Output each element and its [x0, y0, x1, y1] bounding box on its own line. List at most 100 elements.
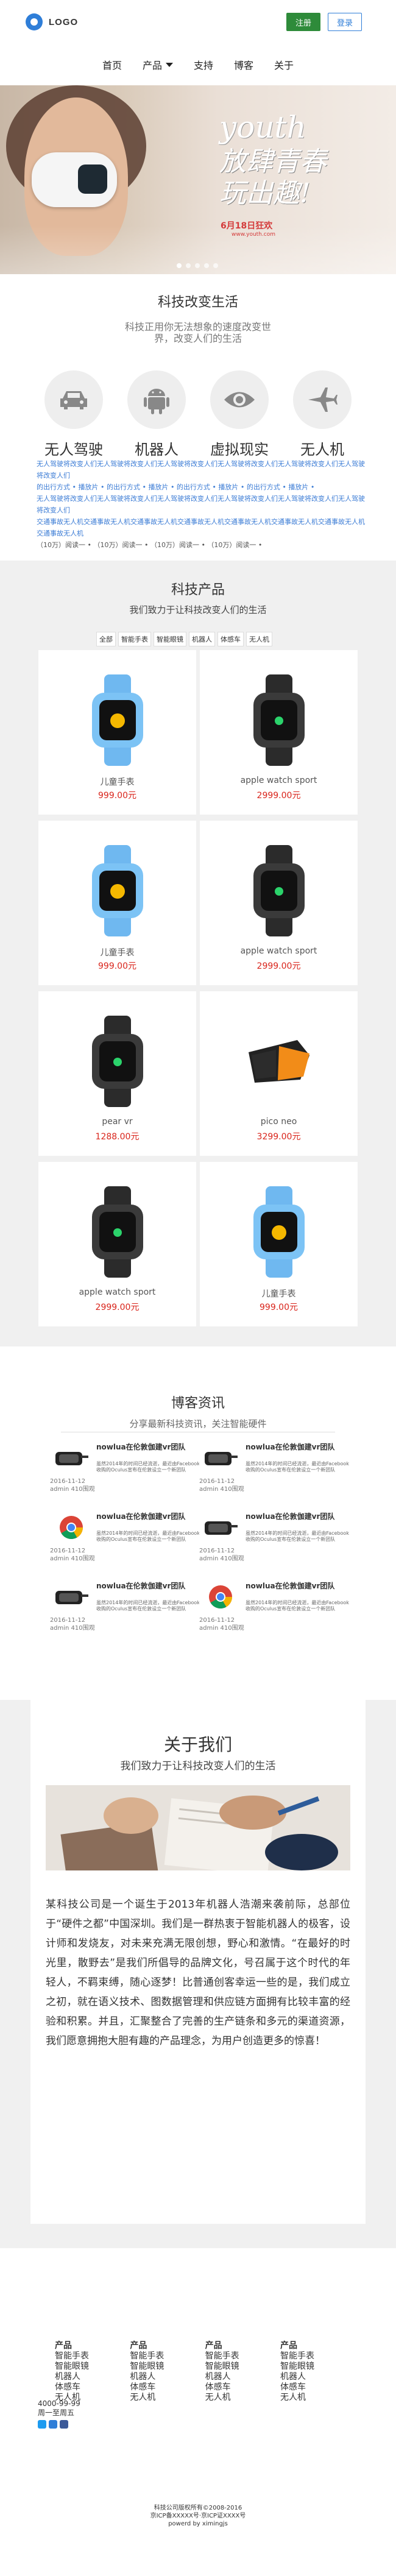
product-card[interactable]: pico neo 3299.00元: [200, 991, 358, 1156]
carousel-dot[interactable]: [204, 263, 209, 268]
filter-watch[interactable]: 智能手表: [118, 632, 151, 646]
blog-item[interactable]: nowlua在伦敦伽建vr团队 虽然2014年的时间已经流逝，最近由Faceboo…: [50, 1582, 202, 1650]
filter-drone[interactable]: 无人机: [246, 632, 272, 646]
blog-author-views: admin 410围观: [199, 1486, 244, 1493]
product-price: 999.00元: [98, 961, 136, 971]
signup-button[interactable]: 注册: [286, 13, 320, 31]
footer-link[interactable]: 体感车: [130, 2382, 197, 2393]
nav-item-home[interactable]: 首页: [102, 57, 122, 72]
carousel-dot[interactable]: [195, 263, 200, 268]
footer-link[interactable]: 体感车: [55, 2382, 122, 2393]
footer-link[interactable]: 体感车: [205, 2382, 272, 2393]
footer-link[interactable]: 机器人: [205, 2372, 272, 2382]
blog-item[interactable]: nowlua在伦敦伽建vr团队 虽然2014年的时间已经流逝，最近由Faceboo…: [199, 1443, 352, 1511]
filter-hoverboard[interactable]: 体感车: [217, 632, 244, 646]
footer-link[interactable]: 智能眼镜: [205, 2362, 272, 2372]
product-card[interactable]: 儿童手表 999.00元: [38, 821, 196, 985]
blog-snippet: 虽然2014年的时间已经流逝，最近由Facebook收购的Oculus宣布在伦敦…: [246, 1461, 349, 1473]
footer-link[interactable]: 智能眼镜: [130, 2362, 197, 2372]
footer-link[interactable]: 无人机: [205, 2393, 272, 2403]
hero-sub: www.youth.com: [232, 232, 275, 238]
product-name[interactable]: 儿童手表: [200, 1287, 358, 1300]
blog-thumbnail[interactable]: [50, 1444, 93, 1472]
blog-headline[interactable]: nowlua在伦敦伽建vr团队: [96, 1443, 202, 1461]
copyright-line: 京ICP备XXXXX号·京ICP证XXXX号: [150, 2513, 246, 2519]
read-more-line[interactable]: （10万）阅读一 • （10万）阅读一 • （10万）阅读一 • （10万）阅读…: [37, 539, 366, 551]
feature-item[interactable]: 无人机: [285, 370, 359, 459]
blog-snippet: 虽然2014年的时间已经流逝，最近由Facebook收购的Oculus宣布在伦敦…: [96, 1600, 200, 1612]
blog-headline[interactable]: nowlua在伦敦伽建vr团队: [96, 1582, 202, 1600]
blog-thumbnail[interactable]: [50, 1583, 93, 1611]
nav-item-about[interactable]: 关于: [274, 57, 294, 72]
footer-link[interactable]: 智能手表: [130, 2351, 197, 2362]
product-card[interactable]: apple watch sport 2999.00元: [200, 650, 358, 815]
product-name[interactable]: apple watch sport: [200, 946, 358, 956]
product-name[interactable]: apple watch sport: [38, 1287, 196, 1297]
nav-item-support[interactable]: 支持: [194, 57, 213, 72]
blog-thumbnail[interactable]: [199, 1444, 242, 1472]
footer-link[interactable]: 无人机: [280, 2393, 347, 2403]
product-name[interactable]: 儿童手表: [38, 946, 196, 958]
footer-link[interactable]: 无人机: [130, 2393, 197, 2403]
product-price: 2999.00元: [256, 961, 301, 971]
filter-glasses[interactable]: 智能眼镜: [154, 632, 186, 646]
login-button[interactable]: 登录: [328, 13, 362, 31]
footer-link[interactable]: 机器人: [280, 2372, 347, 2382]
nav-item-blog[interactable]: 博客: [234, 57, 253, 72]
footer-link[interactable]: 智能手表: [280, 2351, 347, 2362]
blog-headline[interactable]: nowlua在伦敦伽建vr团队: [246, 1512, 352, 1530]
feature-item[interactable]: 机器人: [119, 370, 194, 459]
blog-headline[interactable]: nowlua在伦敦伽建vr团队: [96, 1512, 202, 1530]
vr-headset-icon: [205, 1521, 238, 1535]
product-name[interactable]: pear vr: [38, 1117, 196, 1127]
product-card[interactable]: pear vr 1288.00元: [38, 991, 196, 1156]
product-card[interactable]: apple watch sport 2999.00元: [38, 1162, 196, 1326]
blog-author-views: admin 410围观: [50, 1625, 95, 1632]
product-card[interactable]: 儿童手表 999.00元: [200, 1162, 358, 1326]
feature-label: 机器人: [135, 441, 179, 458]
feature-desc-line: 交通事故无人机交通事故无人机交通事故无人机交通事故无人机交通事故无人机交通事故无…: [37, 518, 365, 537]
footer-link[interactable]: 智能手表: [205, 2351, 272, 2362]
footer-link[interactable]: 智能手表: [55, 2351, 122, 2362]
carousel-dots: [177, 263, 218, 268]
feature-icon-circle: [44, 370, 103, 429]
feature-desc-line[interactable]: 的出行方式 • 播放片 • 的出行方式 • 播放片 • 的出行方式 • 播放片 …: [37, 481, 366, 493]
footer-link[interactable]: 机器人: [130, 2372, 197, 2382]
blog-thumbnail[interactable]: [50, 1513, 93, 1541]
blog-item[interactable]: nowlua在伦敦伽建vr团队 虽然2014年的时间已经流逝，最近由Faceboo…: [50, 1443, 202, 1511]
blog-thumbnail[interactable]: [199, 1583, 242, 1611]
filter-robot[interactable]: 机器人: [189, 632, 215, 646]
chrome-icon: [60, 1516, 83, 1540]
blog-item[interactable]: nowlua在伦敦伽建vr团队 虽然2014年的时间已经流逝，最近由Faceboo…: [199, 1512, 352, 1580]
filter-all[interactable]: 全部: [96, 632, 116, 646]
blog-thumbnail[interactable]: [199, 1513, 242, 1541]
nav-item-products[interactable]: 产品: [143, 57, 173, 72]
blog-item[interactable]: nowlua在伦敦伽建vr团队 虽然2014年的时间已经流逝，最近由Faceboo…: [50, 1512, 202, 1580]
product-card[interactable]: apple watch sport 2999.00元: [200, 821, 358, 985]
car-icon: [60, 391, 87, 409]
blog-item[interactable]: nowlua在伦敦伽建vr团队 虽然2014年的时间已经流逝，最近由Faceboo…: [199, 1582, 352, 1650]
blog-headline[interactable]: nowlua在伦敦伽建vr团队: [246, 1443, 352, 1461]
carousel-dot[interactable]: [213, 263, 218, 268]
product-name[interactable]: 儿童手表: [38, 776, 196, 788]
logo[interactable]: LOGO: [26, 13, 78, 30]
footer-link[interactable]: 智能眼镜: [55, 2362, 122, 2372]
footer-link[interactable]: 体感车: [280, 2382, 347, 2393]
product-name[interactable]: apple watch sport: [200, 776, 358, 785]
footer-link[interactable]: 智能眼镜: [280, 2362, 347, 2372]
feature-item[interactable]: 虚拟现实: [202, 370, 277, 459]
blog-headline[interactable]: nowlua在伦敦伽建vr团队: [246, 1582, 352, 1600]
hero-banner[interactable]: youth 放肆青春 玩出趣! 6月18日狂欢 www.youth.com: [0, 85, 396, 274]
carousel-dot[interactable]: [186, 263, 191, 268]
footer-column: 产品 智能手表 智能眼镜 机器人 体感车 无人机: [130, 2341, 197, 2403]
weibo-icon[interactable]: [38, 2420, 46, 2429]
main-nav: 首页 产品 支持 博客 关于: [0, 44, 396, 85]
watch-icon: [249, 674, 309, 766]
product-name[interactable]: pico neo: [200, 1117, 358, 1127]
product-card[interactable]: 儿童手表 999.00元: [38, 650, 196, 815]
wechat-icon[interactable]: [60, 2420, 68, 2429]
qq-icon[interactable]: [49, 2420, 57, 2429]
carousel-dot[interactable]: [177, 263, 182, 268]
feature-item[interactable]: 无人驾驶: [37, 370, 111, 459]
footer-link[interactable]: 机器人: [55, 2372, 122, 2382]
